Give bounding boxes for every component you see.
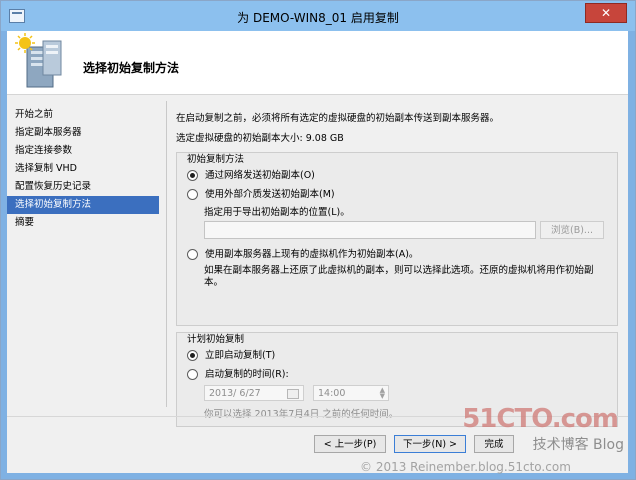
nav-step-initial-replication[interactable]: 选择初始复制方法 — [7, 196, 159, 214]
wizard-step-list: 开始之前 指定副本服务器 指定连接参数 选择复制 VHD 配置恢复历史记录 选择… — [7, 106, 159, 232]
nav-step-before-you-begin[interactable]: 开始之前 — [7, 106, 159, 124]
existing-vm-note: 如果在副本服务器上还原了此虚拟机的副本，则可以选择此选项。还原的虚拟机将用作初始… — [204, 265, 594, 288]
initial-method-group: 初始复制方法 通过网络发送初始副本(O) 使用外部介质发送初始副本(M) 指定用… — [176, 152, 618, 326]
nav-step-summary[interactable]: 摘要 — [7, 214, 159, 232]
calendar-icon[interactable] — [287, 389, 299, 399]
radio-start-later[interactable]: 启动复制的时间(R): — [187, 366, 289, 380]
start-date-value: 2013/ 6/27 — [209, 388, 261, 399]
window-title: 为 DEMO-WIN8_01 启用复制 — [237, 11, 399, 25]
radio-later-label: 启动复制的时间(R): — [205, 369, 289, 380]
nav-step-replica-server[interactable]: 指定副本服务器 — [7, 124, 159, 142]
server-replication-icon — [15, 33, 62, 88]
description-text: 在启动复制之前，必须将所有选定的虚拟硬盘的初始副本传送到副本服务器。 — [176, 113, 500, 124]
radio-existing-vm[interactable]: 使用副本服务器上现有的虚拟机作为初始副本(A)。 — [187, 246, 418, 260]
schedule-hint: 你可以选择 2013年7月4日 之前的任何时间。 — [204, 409, 399, 420]
page-title: 选择初始复制方法 — [83, 61, 180, 75]
start-time-value: 14:00 — [318, 388, 346, 399]
radio-network-indicator[interactable] — [187, 170, 198, 181]
radio-existing-label: 使用副本服务器上现有的虚拟机作为初始副本(A)。 — [205, 249, 419, 260]
radio-send-over-network[interactable]: 通过网络发送初始副本(O) — [187, 167, 315, 181]
nav-step-connection-params[interactable]: 指定连接参数 — [7, 142, 159, 160]
watermark-blog: 技术博客 Blog — [532, 437, 624, 453]
wizard-header: 选择初始复制方法 — [7, 31, 628, 95]
nav-divider — [166, 101, 167, 407]
prev-button[interactable]: < 上一步(P) — [314, 435, 386, 453]
next-button[interactable]: 下一步(N) > — [394, 435, 466, 453]
watermark-copyright: © 2013 Reinember.blog.51cto.com — [360, 460, 571, 474]
nav-step-choose-vhd[interactable]: 选择复制 VHD — [7, 160, 159, 178]
schedule-group-label: 计划初始复制 — [187, 334, 245, 345]
radio-now-indicator[interactable] — [187, 350, 198, 361]
export-location-input[interactable] — [204, 221, 536, 239]
radio-later-indicator[interactable] — [187, 369, 198, 380]
watermark-site: 51CTO.com — [462, 404, 619, 434]
initial-copy-size: 选定虚拟硬盘的初始副本大小: 9.08 GB — [176, 133, 344, 144]
radio-now-label: 立即启动复制(T) — [205, 350, 276, 361]
radio-existing-indicator[interactable] — [187, 249, 198, 260]
nav-step-recovery-history[interactable]: 配置恢复历史记录 — [7, 178, 159, 196]
title-bar[interactable]: 为 DEMO-WIN8_01 启用复制 ✕ — [1, 1, 635, 31]
finish-button[interactable]: 完成 — [474, 435, 514, 453]
start-time-picker[interactable]: 14:00 ▲ ▼ — [313, 385, 389, 401]
browse-button[interactable]: 浏览(B)... — [540, 221, 604, 239]
export-location-label: 指定用于导出初始副本的位置(L)。 — [204, 207, 350, 218]
close-button[interactable]: ✕ — [585, 3, 627, 23]
radio-external-media[interactable]: 使用外部介质发送初始副本(M) — [187, 186, 335, 200]
radio-external-indicator[interactable] — [187, 189, 198, 200]
time-spinner-icon[interactable]: ▲ ▼ — [380, 387, 385, 400]
initial-method-group-label: 初始复制方法 — [187, 154, 245, 165]
radio-start-now[interactable]: 立即启动复制(T) — [187, 347, 275, 361]
start-date-picker[interactable]: 2013/ 6/27 — [204, 385, 304, 401]
radio-network-label: 通过网络发送初始副本(O) — [205, 170, 315, 181]
radio-external-label: 使用外部介质发送初始副本(M) — [205, 189, 335, 200]
